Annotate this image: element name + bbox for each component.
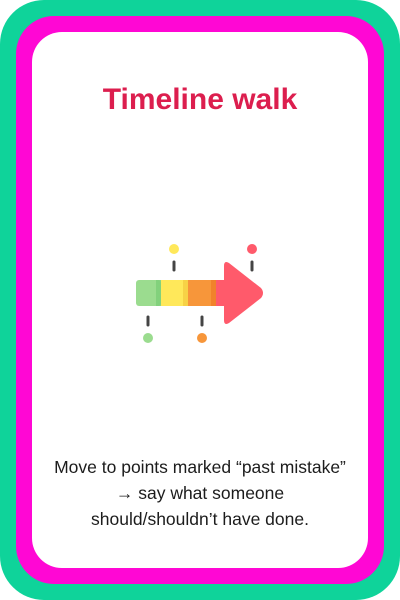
- arrow-head: [224, 262, 263, 324]
- timeline-arrow-icon: [136, 244, 263, 343]
- marker-dot-orange: [197, 333, 207, 343]
- marker-dot-red: [247, 244, 257, 254]
- card-title: Timeline walk: [102, 83, 298, 116]
- marker-dot-green: [143, 333, 153, 343]
- marker-dot-yellow: [169, 244, 179, 254]
- card-caption: Move to points marked “past mistake” → s…: [54, 457, 346, 529]
